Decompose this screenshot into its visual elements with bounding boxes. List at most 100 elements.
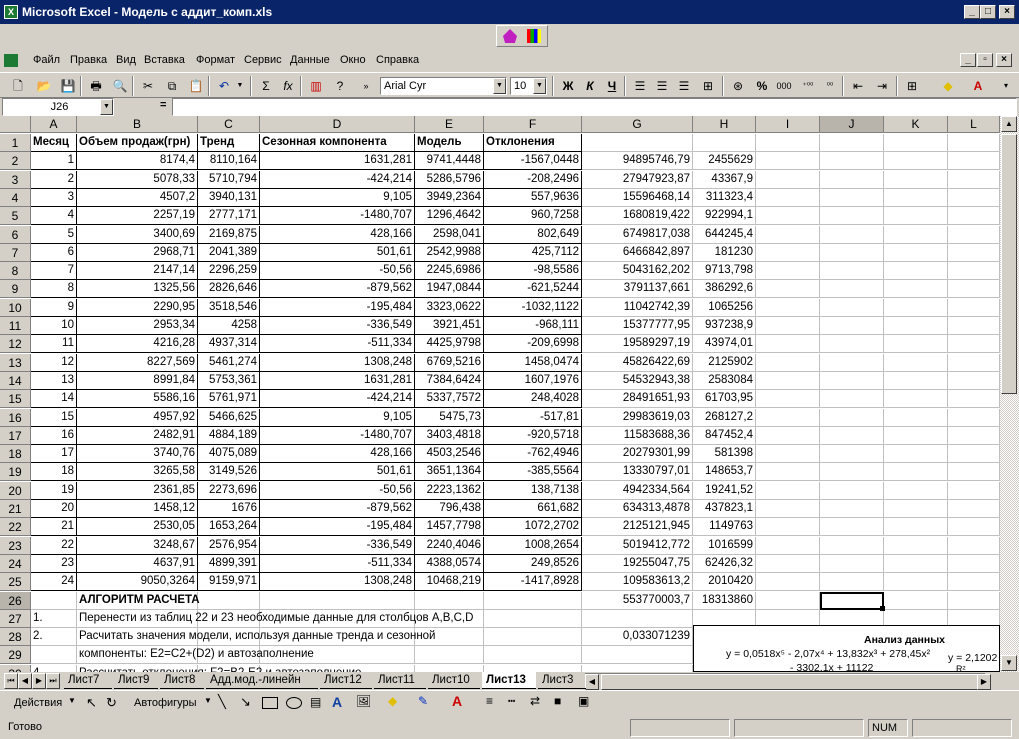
table-cell[interactable]: 3248,67 — [77, 536, 198, 555]
grid-cell[interactable] — [820, 390, 884, 409]
table-cell[interactable]: 6769,5216 — [415, 353, 484, 372]
column-header[interactable]: J — [820, 116, 884, 133]
scroll-down-icon[interactable]: ▼ — [1001, 655, 1017, 671]
bold-button[interactable]: Ж — [558, 77, 578, 95]
table-cell[interactable]: 20279301,99 — [582, 445, 693, 464]
table-cell[interactable]: 2953,34 — [77, 317, 198, 335]
table-cell[interactable]: 2542,9988 — [415, 243, 484, 262]
grid-cell[interactable] — [820, 188, 884, 207]
prev-sheet-icon[interactable]: ◀ — [18, 673, 32, 689]
table-cell[interactable]: 2169,875 — [198, 225, 260, 244]
table-cell[interactable]: -50,56 — [260, 262, 415, 281]
row-header[interactable]: 15 — [0, 390, 31, 409]
menu-data[interactable]: Данные — [290, 54, 330, 66]
arrow-icon[interactable]: ↘ — [240, 694, 251, 710]
table-cell[interactable]: 311323,4 — [693, 188, 756, 207]
table-cell[interactable]: 4899,391 — [198, 554, 260, 573]
row-header[interactable]: 2 — [0, 152, 31, 171]
grid-cell[interactable] — [948, 408, 1000, 427]
table-cell[interactable]: 17 — [31, 445, 77, 464]
table-cell[interactable]: -1480,707 — [260, 426, 415, 445]
new-icon[interactable]: 🗋 — [8, 77, 28, 95]
table-cell[interactable]: 5586,16 — [77, 390, 198, 409]
table-cell[interactable]: 11042742,39 — [582, 298, 693, 317]
grid-cell[interactable] — [948, 591, 1000, 610]
grid-cell[interactable] — [948, 188, 1000, 207]
print-preview-icon[interactable]: 🔍 — [110, 77, 130, 95]
table-cell[interactable]: 3149,526 — [198, 463, 260, 482]
actions-menu[interactable]: Действия — [14, 697, 62, 709]
grid-cell[interactable] — [884, 335, 948, 354]
menu-help[interactable]: Справка — [376, 54, 419, 66]
grid-cell[interactable] — [884, 262, 948, 281]
sheet-tab[interactable]: Лист13 — [482, 672, 536, 689]
doc-close-button[interactable]: × — [996, 53, 1012, 67]
copy-icon[interactable]: ⧉ — [162, 77, 182, 95]
table-cell[interactable]: 13 — [31, 371, 77, 390]
save-icon[interactable]: 💾 — [58, 77, 78, 95]
grid-cell[interactable] — [884, 536, 948, 555]
table-cell[interactable]: -517,81 — [484, 408, 582, 427]
column-title[interactable]: Отклонения — [484, 134, 582, 152]
align-left-icon[interactable]: ☰ — [630, 77, 650, 95]
table-cell[interactable]: 23 — [31, 554, 77, 573]
table-cell[interactable]: 7 — [31, 262, 77, 281]
table-cell[interactable]: 4884,189 — [198, 426, 260, 445]
grid-cell[interactable] — [756, 243, 820, 262]
table-cell[interactable]: 249,8526 — [484, 554, 582, 573]
3d-icon[interactable]: ▣ — [578, 694, 589, 708]
table-cell[interactable]: 4425,9798 — [415, 335, 484, 354]
table-cell[interactable]: 1325,56 — [77, 280, 198, 299]
grid-cell[interactable] — [820, 243, 884, 262]
merge-center-icon[interactable]: ⊞ — [698, 77, 718, 95]
grid-cell[interactable] — [756, 170, 820, 189]
arrow-style-icon[interactable]: ⇄ — [530, 694, 540, 708]
grid-cell[interactable] — [756, 445, 820, 464]
menu-window[interactable]: Окно — [340, 54, 366, 66]
dash-style-icon[interactable]: ┅ — [508, 694, 515, 708]
undo-dropdown-icon[interactable]: ▼ — [230, 77, 250, 95]
table-cell[interactable]: 634313,4878 — [582, 500, 693, 518]
thousands-button[interactable]: 000 — [774, 77, 794, 95]
grid-cell[interactable] — [756, 500, 820, 518]
row-header[interactable]: 13 — [0, 353, 31, 372]
table-cell[interactable]: -1417,8928 — [484, 573, 582, 592]
grid-cell[interactable] — [820, 371, 884, 390]
row-header[interactable]: 21 — [0, 500, 31, 518]
table-cell[interactable]: 437823,1 — [693, 500, 756, 518]
grid-cell[interactable] — [820, 408, 884, 427]
scroll-up-icon[interactable]: ▲ — [1001, 116, 1017, 132]
align-center-icon[interactable]: ☰ — [652, 77, 672, 95]
table-cell[interactable]: 2223,1362 — [415, 481, 484, 500]
table-cell[interactable]: 3323,0622 — [415, 298, 484, 317]
row-header[interactable]: 20 — [0, 481, 31, 500]
table-cell[interactable]: 4075,089 — [198, 445, 260, 464]
column-header[interactable]: L — [948, 116, 1000, 133]
grid-cell[interactable] — [820, 426, 884, 445]
column-header[interactable]: G — [582, 116, 693, 133]
row-header[interactable]: 9 — [0, 280, 31, 299]
row-header[interactable]: 22 — [0, 518, 31, 537]
line-style-icon[interactable]: ≡ — [486, 694, 493, 708]
table-cell[interactable]: 21 — [31, 518, 77, 537]
table-cell[interactable]: 5286,5796 — [415, 170, 484, 189]
table-cell[interactable]: 5461,274 — [198, 353, 260, 372]
grid-cell[interactable] — [756, 353, 820, 372]
autosum-button[interactable]: Σ — [256, 77, 276, 95]
row-header[interactable]: 16 — [0, 408, 31, 427]
grid-cell[interactable] — [884, 188, 948, 207]
table-cell[interactable]: -385,5564 — [484, 463, 582, 482]
select-all-corner[interactable] — [0, 116, 31, 133]
select-arrow-icon[interactable]: ↖ — [86, 695, 97, 711]
column-header[interactable]: I — [756, 116, 820, 133]
table-cell[interactable]: 4 — [31, 207, 77, 226]
row-header[interactable]: 17 — [0, 426, 31, 445]
table-cell[interactable]: 4637,91 — [77, 554, 198, 573]
rectangle-icon[interactable] — [262, 697, 278, 709]
grid-cell[interactable] — [948, 243, 1000, 262]
table-cell[interactable]: -920,5718 — [484, 426, 582, 445]
table-cell[interactable]: 9 — [31, 298, 77, 317]
table-cell[interactable]: 94895746,79 — [582, 152, 693, 171]
column-title[interactable]: Сезонная компонента — [260, 134, 415, 152]
table-cell[interactable]: 802,649 — [484, 225, 582, 244]
